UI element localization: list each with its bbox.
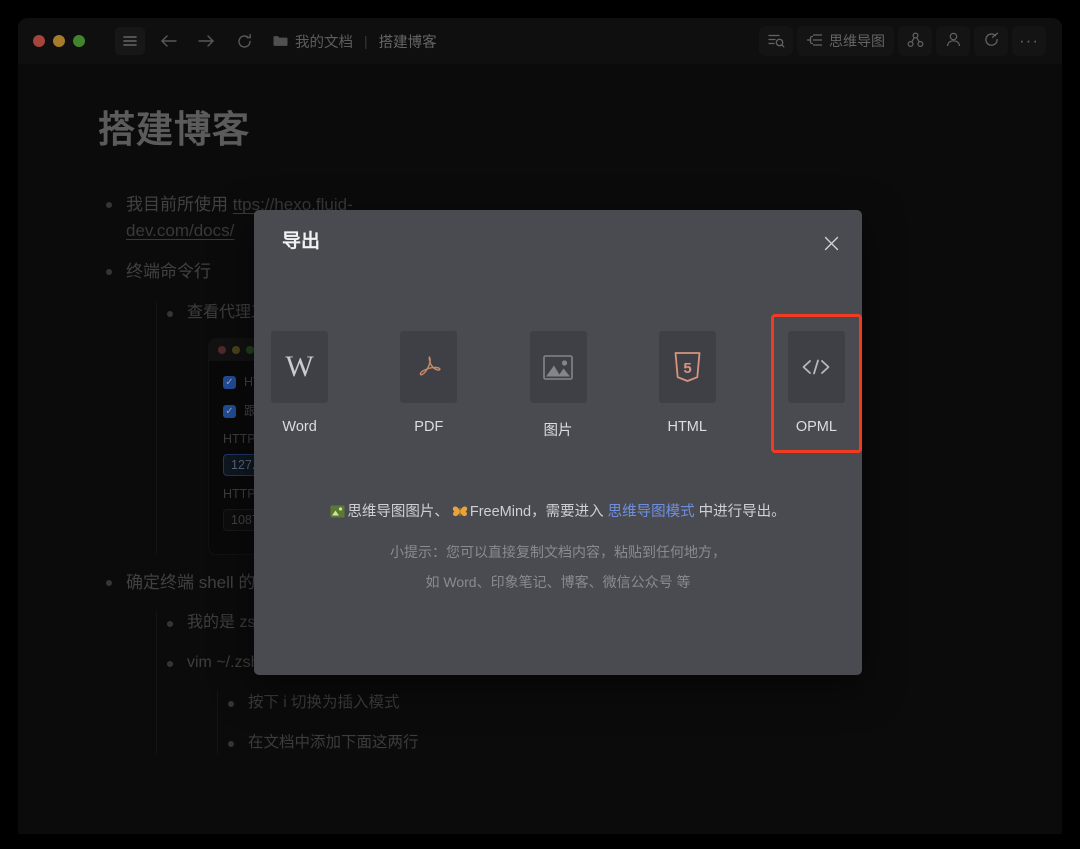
export-option-opml[interactable]: OPML <box>770 314 863 453</box>
export-option-label: OPML <box>795 419 837 435</box>
image-icon <box>529 331 587 403</box>
code-icon <box>787 331 845 403</box>
butterfly-icon <box>452 504 468 524</box>
export-dialog: 导出 W Word PDF 图片 5 HTML OPML 思维导图图片、 Fre… <box>254 210 863 675</box>
word-icon: W <box>271 331 329 403</box>
tip-line-1: 小提示：您可以直接复制文档内容，粘贴到任何地方， <box>390 544 726 560</box>
dialog-title: 导出 <box>282 231 321 252</box>
export-hint-part3: 中进行导出。 <box>694 504 786 520</box>
export-options: W Word PDF 图片 5 HTML OPML <box>254 314 863 453</box>
app-window: 我的文档 | 搭建博客 思维导图 ··· 搭建博客 我目前所使用 ttps://… <box>18 18 1062 834</box>
export-option-word[interactable]: W Word <box>254 314 345 453</box>
export-option-label: HTML <box>667 419 707 435</box>
mindmap-mode-link[interactable]: 思维导图模式 <box>608 504 695 520</box>
pdf-icon <box>400 331 458 403</box>
close-icon[interactable] <box>818 230 844 256</box>
export-hint-part1: 思维导图图片、 <box>347 504 449 520</box>
export-option-label: PDF <box>414 419 444 435</box>
svg-text:5: 5 <box>683 360 691 377</box>
export-hint-part2: FreeMind，需要进入 <box>469 504 608 520</box>
export-option-label: Word <box>282 419 317 435</box>
export-hint: 思维导图图片、 FreeMind，需要进入 思维导图模式 中进行导出。 <box>254 502 862 524</box>
export-option-label: 图片 <box>543 423 573 439</box>
word-glyph: W <box>285 350 314 383</box>
export-option-image[interactable]: 图片 <box>512 314 603 453</box>
tip-line-2: 如 Word、印象笔记、博客、微信公众号 等 <box>425 574 691 590</box>
screen: 我的文档 | 搭建博客 思维导图 ··· 搭建博客 我目前所使用 ttps://… <box>0 0 1080 849</box>
export-option-html[interactable]: 5 HTML <box>642 314 733 453</box>
image-small-icon <box>330 504 345 524</box>
html5-icon: 5 <box>658 331 716 403</box>
export-option-pdf[interactable]: PDF <box>383 314 474 453</box>
